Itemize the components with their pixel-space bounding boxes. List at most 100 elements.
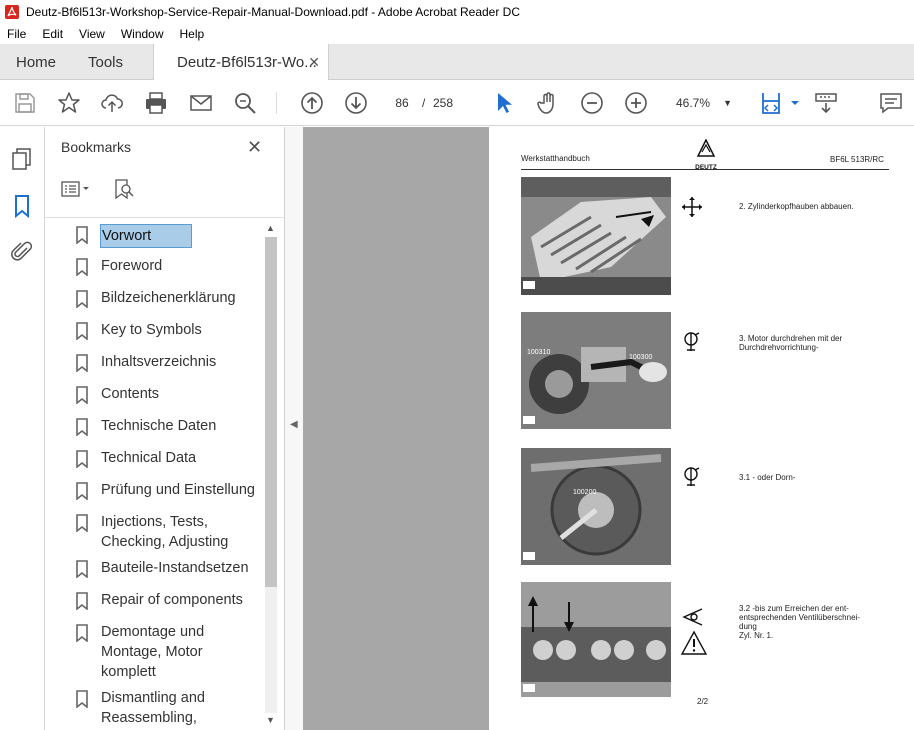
zoom-level-value: 46.7% — [676, 96, 711, 110]
bookmark-icon — [76, 386, 88, 404]
bookmark-label: Dismantling and Reassembling, — [101, 690, 205, 726]
pdf-page: Werkstatthandbuch DEUTZ BF6L 513R/RC 2. … — [489, 127, 914, 730]
bookmarks-scrollbar[interactable]: ▲ ▼ — [263, 221, 279, 728]
menu-help[interactable]: Help — [172, 27, 213, 41]
bookmark-label: Vorwort — [100, 224, 193, 248]
fit-page-dropdown-icon[interactable] — [783, 91, 799, 115]
zoom-out-icon[interactable] — [580, 91, 604, 115]
chevron-down-icon: ▼ — [723, 98, 732, 108]
panel-divider — [45, 217, 284, 218]
menu-view[interactable]: View — [71, 27, 113, 41]
acrobat-app-icon — [5, 5, 19, 19]
page-header-right: BF6L 513R/RC — [830, 155, 884, 164]
bookmark-icon — [76, 258, 88, 276]
scroll-down-icon[interactable]: ▼ — [266, 715, 275, 725]
menu-window[interactable]: Window — [113, 27, 172, 41]
turn-engine-symbol-icon — [684, 332, 700, 351]
read-mode-icon[interactable] — [814, 91, 838, 115]
page-separator: / — [422, 96, 426, 110]
menu-file[interactable]: File — [0, 27, 34, 41]
tab-close-icon[interactable]: ✕ — [308, 54, 320, 71]
step-caption-4: 3.2 -bis zum Erreichen der ent- entsprec… — [739, 604, 860, 640]
bookmark-item[interactable]: Injections, Tests, Checking, Adjusting — [75, 512, 263, 552]
bookmark-icon — [76, 690, 88, 708]
page-up-icon[interactable] — [300, 91, 324, 115]
bookmark-item[interactable]: Bildzeichenerklärung — [75, 288, 263, 308]
photo-valve-overlap — [521, 582, 671, 697]
mail-icon[interactable] — [189, 91, 213, 115]
bookmark-label: Technische Daten — [101, 418, 217, 434]
step-caption-3: 3.1 - oder Dorn- — [739, 473, 796, 482]
bookmark-label: Bildzeichenerklärung — [101, 290, 236, 306]
menu-edit[interactable]: Edit — [34, 27, 71, 41]
attachments-icon[interactable] — [10, 240, 34, 264]
page-number-input[interactable]: 86 — [387, 92, 417, 114]
photo-label: 100200 — [573, 489, 596, 496]
scroll-thumb[interactable] — [265, 237, 277, 587]
print-icon[interactable] — [144, 91, 168, 115]
bookmark-options-icon[interactable] — [61, 179, 91, 199]
photo-cylinder-head-covers — [521, 177, 671, 295]
tab-tools[interactable]: Tools — [88, 44, 123, 80]
bookmark-label: Injections, Tests, Checking, Adjusting — [101, 514, 229, 550]
bookmarks-icon[interactable] — [10, 194, 34, 219]
bookmark-item[interactable]: Foreword — [75, 256, 263, 276]
page-down-icon[interactable] — [344, 91, 368, 115]
bookmark-item[interactable]: Bauteile-Instandsetzen — [75, 558, 263, 578]
search-icon[interactable] — [233, 91, 257, 115]
photo-label: 100310 — [527, 349, 550, 356]
hand-icon[interactable] — [536, 91, 560, 115]
tab-document-label: Deutz-Bf6l513r-Wo... — [177, 54, 317, 71]
total-pages: 258 — [433, 96, 454, 110]
toolbar: 86 / 258 46.7% ▼ — [0, 80, 914, 126]
bookmark-label: Bauteile-Instandsetzen — [101, 560, 249, 576]
bookmark-item[interactable]: Technische Daten — [75, 416, 263, 436]
toolbar-divider — [276, 92, 277, 114]
bookmark-item[interactable]: Repair of components — [75, 590, 263, 610]
fit-page-icon[interactable] — [759, 91, 783, 115]
find-bookmark-icon[interactable] — [113, 178, 135, 200]
page-thumbnails-icon[interactable] — [10, 147, 34, 171]
cursor-icon[interactable] — [491, 91, 515, 115]
bookmark-item[interactable]: Contents — [75, 384, 263, 404]
bookmark-label: Prüfung und Einstellung — [101, 482, 255, 498]
bookmarks-panel-title: Bookmarks — [61, 139, 132, 155]
tab-home[interactable]: Home — [16, 44, 56, 80]
bookmark-icon — [76, 560, 88, 578]
page-header-left: Werkstatthandbuch — [521, 154, 590, 163]
upload-icon[interactable] — [100, 91, 124, 115]
bookmark-item[interactable]: Key to Symbols — [75, 320, 263, 340]
window-title: Deutz-Bf6l513r-Workshop-Service-Repair-M… — [26, 5, 521, 19]
bookmark-label: Contents — [101, 386, 160, 402]
bookmark-item[interactable]: Dismantling and Reassembling, — [75, 688, 263, 728]
bookmark-item[interactable]: Vorwort — [75, 224, 263, 248]
bookmark-icon — [76, 226, 88, 244]
title-bar: Deutz-Bf6l513r-Workshop-Service-Repair-M… — [0, 0, 914, 24]
bookmark-list: Vorwort Foreword Bildzeichenerklärung Key t… — [45, 221, 263, 730]
page-footer-number: 2/2 — [697, 697, 709, 706]
document-viewport[interactable]: Werkstatthandbuch DEUTZ BF6L 513R/RC 2. … — [303, 127, 914, 730]
bookmark-icon — [76, 290, 88, 308]
save-icon[interactable] — [13, 91, 37, 115]
tab-bar: Home Tools Deutz-Bf6l513r-Wo... ✕ — [0, 44, 914, 81]
tab-document[interactable]: Deutz-Bf6l513r-Wo... ✕ — [153, 44, 329, 81]
close-icon[interactable]: ✕ — [247, 137, 262, 158]
bookmark-item[interactable]: Technical Data — [75, 448, 263, 468]
bookmark-icon — [76, 482, 88, 500]
bookmark-icon — [76, 354, 88, 372]
bookmark-label: Demontage und Montage, Motor komplett — [101, 624, 205, 680]
comment-icon[interactable] — [879, 91, 903, 115]
bookmark-item[interactable]: Demontage und Montage, Motor komplett — [75, 622, 263, 682]
zoom-in-icon[interactable] — [624, 91, 648, 115]
bookmark-item[interactable]: Inhaltsverzeichnis — [75, 352, 263, 372]
bookmarks-panel: Bookmarks ✕ Vorwort Foreword Bildzeichener… — [45, 127, 285, 730]
step-caption-2: 3. Motor durchdrehen mit der Durchdrehvo… — [739, 334, 843, 352]
star-icon[interactable] — [57, 91, 81, 115]
panel-splitter[interactable]: ◀ — [285, 127, 303, 730]
scroll-up-icon[interactable]: ▲ — [266, 223, 275, 233]
zoom-level-select[interactable]: 46.7% ▼ — [670, 92, 736, 114]
photo-label: 100300 — [629, 354, 652, 361]
bookmark-icon — [76, 450, 88, 468]
bookmark-item[interactable]: Prüfung und Einstellung — [75, 480, 263, 500]
collapse-panel-icon[interactable]: ◀ — [290, 419, 298, 430]
